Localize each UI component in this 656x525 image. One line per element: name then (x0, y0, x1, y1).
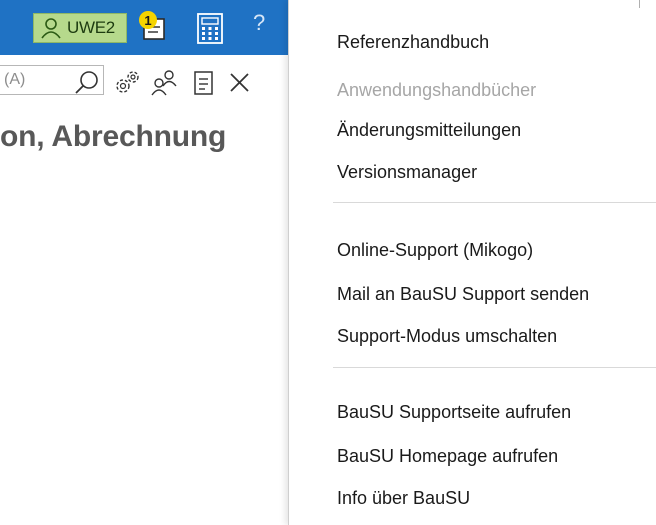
menu-item-toggle-support-mode[interactable]: Support-Modus umschalten (337, 326, 557, 347)
user-name-label: UWE2 (67, 18, 115, 37)
notifications-button[interactable]: 1 (136, 10, 170, 46)
notification-icon: 1 (139, 11, 165, 40)
menu-separator (333, 202, 656, 203)
calculator-icon[interactable] (196, 13, 224, 44)
menu-item-mail-support[interactable]: Mail an BauSU Support senden (337, 284, 589, 305)
settings-icon[interactable] (113, 69, 141, 97)
menu-item-support-page[interactable]: BauSU Supportseite aufrufen (337, 402, 571, 423)
menu-item-application-manuals: Anwendungshandbücher (337, 80, 537, 100)
notification-count: 1 (144, 13, 151, 28)
menu-item-version-manager[interactable]: Versionsmanager (337, 162, 477, 183)
menu-item-change-notices[interactable]: Änderungsmitteilungen (337, 120, 521, 141)
menu-separator (333, 367, 656, 368)
user-button[interactable]: UWE2 (33, 13, 127, 43)
help-button[interactable]: ? (253, 10, 265, 36)
menu-item-online-support[interactable]: Online-Support (Mikogo) (337, 240, 533, 261)
menu-item-about[interactable]: Info über BauSU (337, 488, 470, 509)
app-top-bar: UWE2 1 ? (0, 0, 300, 55)
menu-edge-tick (639, 0, 640, 8)
users-icon[interactable] (150, 69, 178, 97)
app-toolbar: (A) (0, 57, 290, 103)
page-title: on, Abrechnung (0, 120, 227, 153)
menu-item-homepage[interactable]: BauSU Homepage aufrufen (337, 446, 558, 467)
menu-item-reference-manual[interactable]: Referenzhandbuch (337, 32, 489, 53)
close-icon[interactable] (226, 69, 254, 97)
search-icon[interactable] (73, 69, 101, 97)
document-icon[interactable] (190, 69, 218, 97)
help-dropdown-menu: Referenzhandbuch Anwendungshandbücher Än… (288, 0, 656, 525)
search-input-value: (A) (4, 71, 26, 88)
user-icon (41, 18, 61, 39)
